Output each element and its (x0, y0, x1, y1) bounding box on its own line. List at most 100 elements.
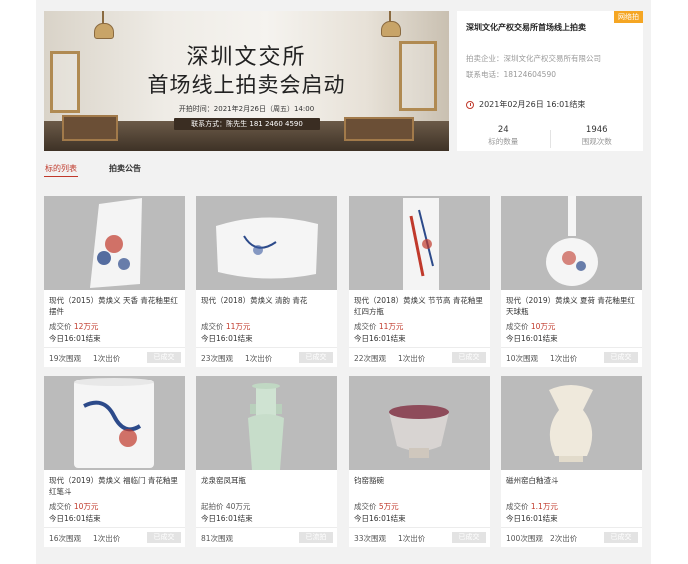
lot-image[interactable] (349, 376, 490, 470)
lot-bid-count: 1次出价 (398, 534, 426, 543)
lot-status-badge: 已成交 (452, 352, 486, 363)
lot-image[interactable] (196, 376, 337, 470)
price-label: 成交价 (201, 322, 224, 331)
lot-bid-count: 1次出价 (398, 354, 426, 363)
price-value: 10万元 (73, 502, 99, 511)
lot-footer: 22次围观 1次出价 已成交 (349, 347, 490, 367)
auction-title[interactable]: 深圳文化产权交易所首场线上拍卖 (466, 22, 606, 33)
price-value: 40万元 (225, 502, 251, 511)
lot-status-badge: 已成交 (452, 532, 486, 543)
lantern-decoration (94, 11, 114, 39)
lot-end-time: 今日16:01结束 (354, 334, 406, 343)
stat-label: 围观次数 (581, 137, 612, 146)
lot-end-time: 今日16:01结束 (354, 514, 406, 523)
tab-lot-list[interactable]: 标的列表 (44, 162, 78, 177)
lot-price: 成交价 12万元 (49, 321, 98, 332)
lot-title[interactable]: 龙泉窑凤耳瓶 (201, 475, 333, 497)
banner-headline: 深圳文交所 (186, 45, 307, 70)
lot-footer: 100次围观 2次出价 已成交 (501, 527, 642, 547)
price-value: 12万元 (73, 322, 99, 331)
lot-view-count: 19次围观 (49, 354, 82, 363)
lot-title[interactable]: 钧窑豁碗 (354, 475, 486, 497)
lot-price: 成交价 11万元 (201, 321, 250, 332)
lot-price: 成交价 10万元 (49, 501, 98, 512)
lot-title[interactable]: 现代（2018）黄焕义 清韵 青花 (201, 295, 333, 317)
stat-lot-count: 24 标的数量 (457, 125, 550, 148)
lot-price: 成交价 11万元 (354, 321, 403, 332)
lot-status-badge: 已成交 (604, 352, 638, 363)
stat-view-count: 1946 围观次数 (551, 125, 644, 148)
lot-title[interactable]: 现代（2015）黄焕义 天香 青花釉里红摆件 (49, 295, 181, 317)
auction-end-time-text: 2021年02月26日 16:01结束 (479, 100, 586, 109)
lot-card[interactable]: 龙泉窑凤耳瓶起拍价 40万元今日16:01结束 81次围观 已流拍 (196, 376, 337, 547)
lot-end-time: 今日16:01结束 (506, 514, 558, 523)
page-background: 深圳文交所 首场线上拍卖会启动 开拍时间：2021年2月26日（周五）14:00… (36, 0, 651, 564)
lot-title[interactable]: 现代（2018）黄焕义 节节高 青花釉里红四方瓶 (354, 295, 486, 317)
lantern-decoration (381, 11, 401, 37)
lot-end-time: 今日16:01结束 (201, 514, 253, 523)
lot-card[interactable]: 磁州窑白釉渣斗 成交价 1.1万元 今日16:01结束 100次围观 2次出价 已成交 (501, 376, 642, 547)
price-value: 11万元 (225, 322, 251, 331)
banner-time: 开拍时间：2021年2月26日（周五）14:00 (178, 105, 315, 113)
lot-card[interactable]: 现代（2019）黄焕义 福临门 青花釉里红笔斗 成交价 10万元 今日16:01结束… (44, 376, 185, 547)
lot-view-count: 81次围观 (201, 534, 234, 543)
price-label: 成交价 (49, 322, 72, 331)
active-tab-underline (44, 176, 78, 177)
lot-title[interactable]: 现代（2019）黄焕义 夏荷 青花釉里红天球瓶 (506, 295, 638, 317)
lot-image[interactable] (349, 196, 490, 290)
cabinet-decoration (344, 117, 414, 141)
lot-image[interactable] (501, 196, 642, 290)
lot-end-time: 今日16:01结束 (506, 334, 558, 343)
lot-card[interactable]: 现代（2015）黄焕义 天香 青花釉里红摆件 成交价 12万元 今日16:01结束 1… (44, 196, 185, 367)
lot-image[interactable] (44, 196, 185, 290)
stat-number: 1946 (585, 125, 608, 135)
tab-label: 标的列表 (45, 164, 77, 173)
lot-footer: 81次围观 已流拍 (196, 527, 337, 547)
lot-price: 成交价 10万元 (506, 321, 555, 332)
lot-card[interactable]: 现代（2018）黄焕义 节节高 青花釉里红四方瓶 成交价 11万元 今日16:01结… (349, 196, 490, 367)
lot-card[interactable]: 现代（2018）黄焕义 清韵 青花 成交价 11万元 今日16:01结束 23次围观 1… (196, 196, 337, 367)
lot-bid-count: 2次出价 (550, 534, 578, 543)
price-value: 11万元 (378, 322, 404, 331)
lot-title[interactable]: 现代（2019）黄焕义 福临门 青花釉里红笔斗 (49, 475, 181, 497)
lot-view-count: 100次围观 (506, 534, 543, 543)
lot-view-count: 10次围观 (506, 354, 539, 363)
price-value: 10万元 (530, 322, 556, 331)
lot-footer: 33次围观 1次出价 已成交 (349, 527, 490, 547)
tab-announcement[interactable]: 拍卖公告 (108, 162, 142, 176)
square-vase-image (403, 198, 439, 290)
lot-bid-count: 1次出价 (245, 354, 273, 363)
tab-label: 拍卖公告 (109, 164, 141, 173)
globe-vase-image (546, 196, 598, 286)
lot-image[interactable] (501, 376, 642, 470)
lot-image[interactable] (44, 376, 185, 470)
auction-organizer: 拍卖企业：深圳文化产权交易所有限公司 (466, 54, 601, 63)
auction-info-panel: 网络拍 深圳文化产权交易所首场线上拍卖 拍卖企业：深圳文化产权交易所有限公司 联… (457, 11, 643, 151)
price-label: 成交价 (354, 322, 377, 331)
lot-price: 成交价 5万元 (354, 501, 399, 512)
auction-banner-image[interactable]: 深圳文交所 首场线上拍卖会启动 开拍时间：2021年2月26日（周五）14:00… (44, 11, 449, 151)
cabinet-decoration (62, 115, 118, 141)
lot-image[interactable] (196, 196, 337, 290)
lot-footer: 23次围观 1次出价 已成交 (196, 347, 337, 367)
clock-icon (466, 100, 474, 109)
banner-subheadline: 首场线上拍卖会启动 (147, 73, 346, 97)
celadon-vase-image (248, 383, 284, 470)
brush-pot-image (74, 378, 154, 468)
lot-title[interactable]: 磁州窑白釉渣斗 (506, 475, 638, 497)
lot-status-badge: 已成交 (299, 352, 333, 363)
lot-end-time: 今日16:01结束 (49, 514, 101, 523)
price-label: 起拍价 (201, 502, 224, 511)
lot-view-count: 22次围观 (354, 354, 387, 363)
auction-end-time: 2021年02月26日 16:01结束 (466, 99, 585, 110)
lot-card[interactable]: 现代（2019）黄焕义 夏荷 青花釉里红天球瓶 成交价 10万元 今日16:01结束… (501, 196, 642, 367)
lot-footer: 19次围观 1次出价 已成交 (44, 347, 185, 367)
lot-card[interactable]: 钧窑豁碗 成交价 5万元 今日16:01结束 33次围观 1次出价 已成交 (349, 376, 490, 547)
lot-status-badge: 已成交 (147, 352, 181, 363)
price-label: 成交价 (506, 322, 529, 331)
tab-bar: 标的列表 拍卖公告 (44, 162, 643, 192)
lot-footer: 16次围观 1次出价 已成交 (44, 527, 185, 547)
price-label: 成交价 (506, 502, 529, 511)
white-jar-image (549, 385, 593, 462)
price-label: 成交价 (49, 502, 72, 511)
